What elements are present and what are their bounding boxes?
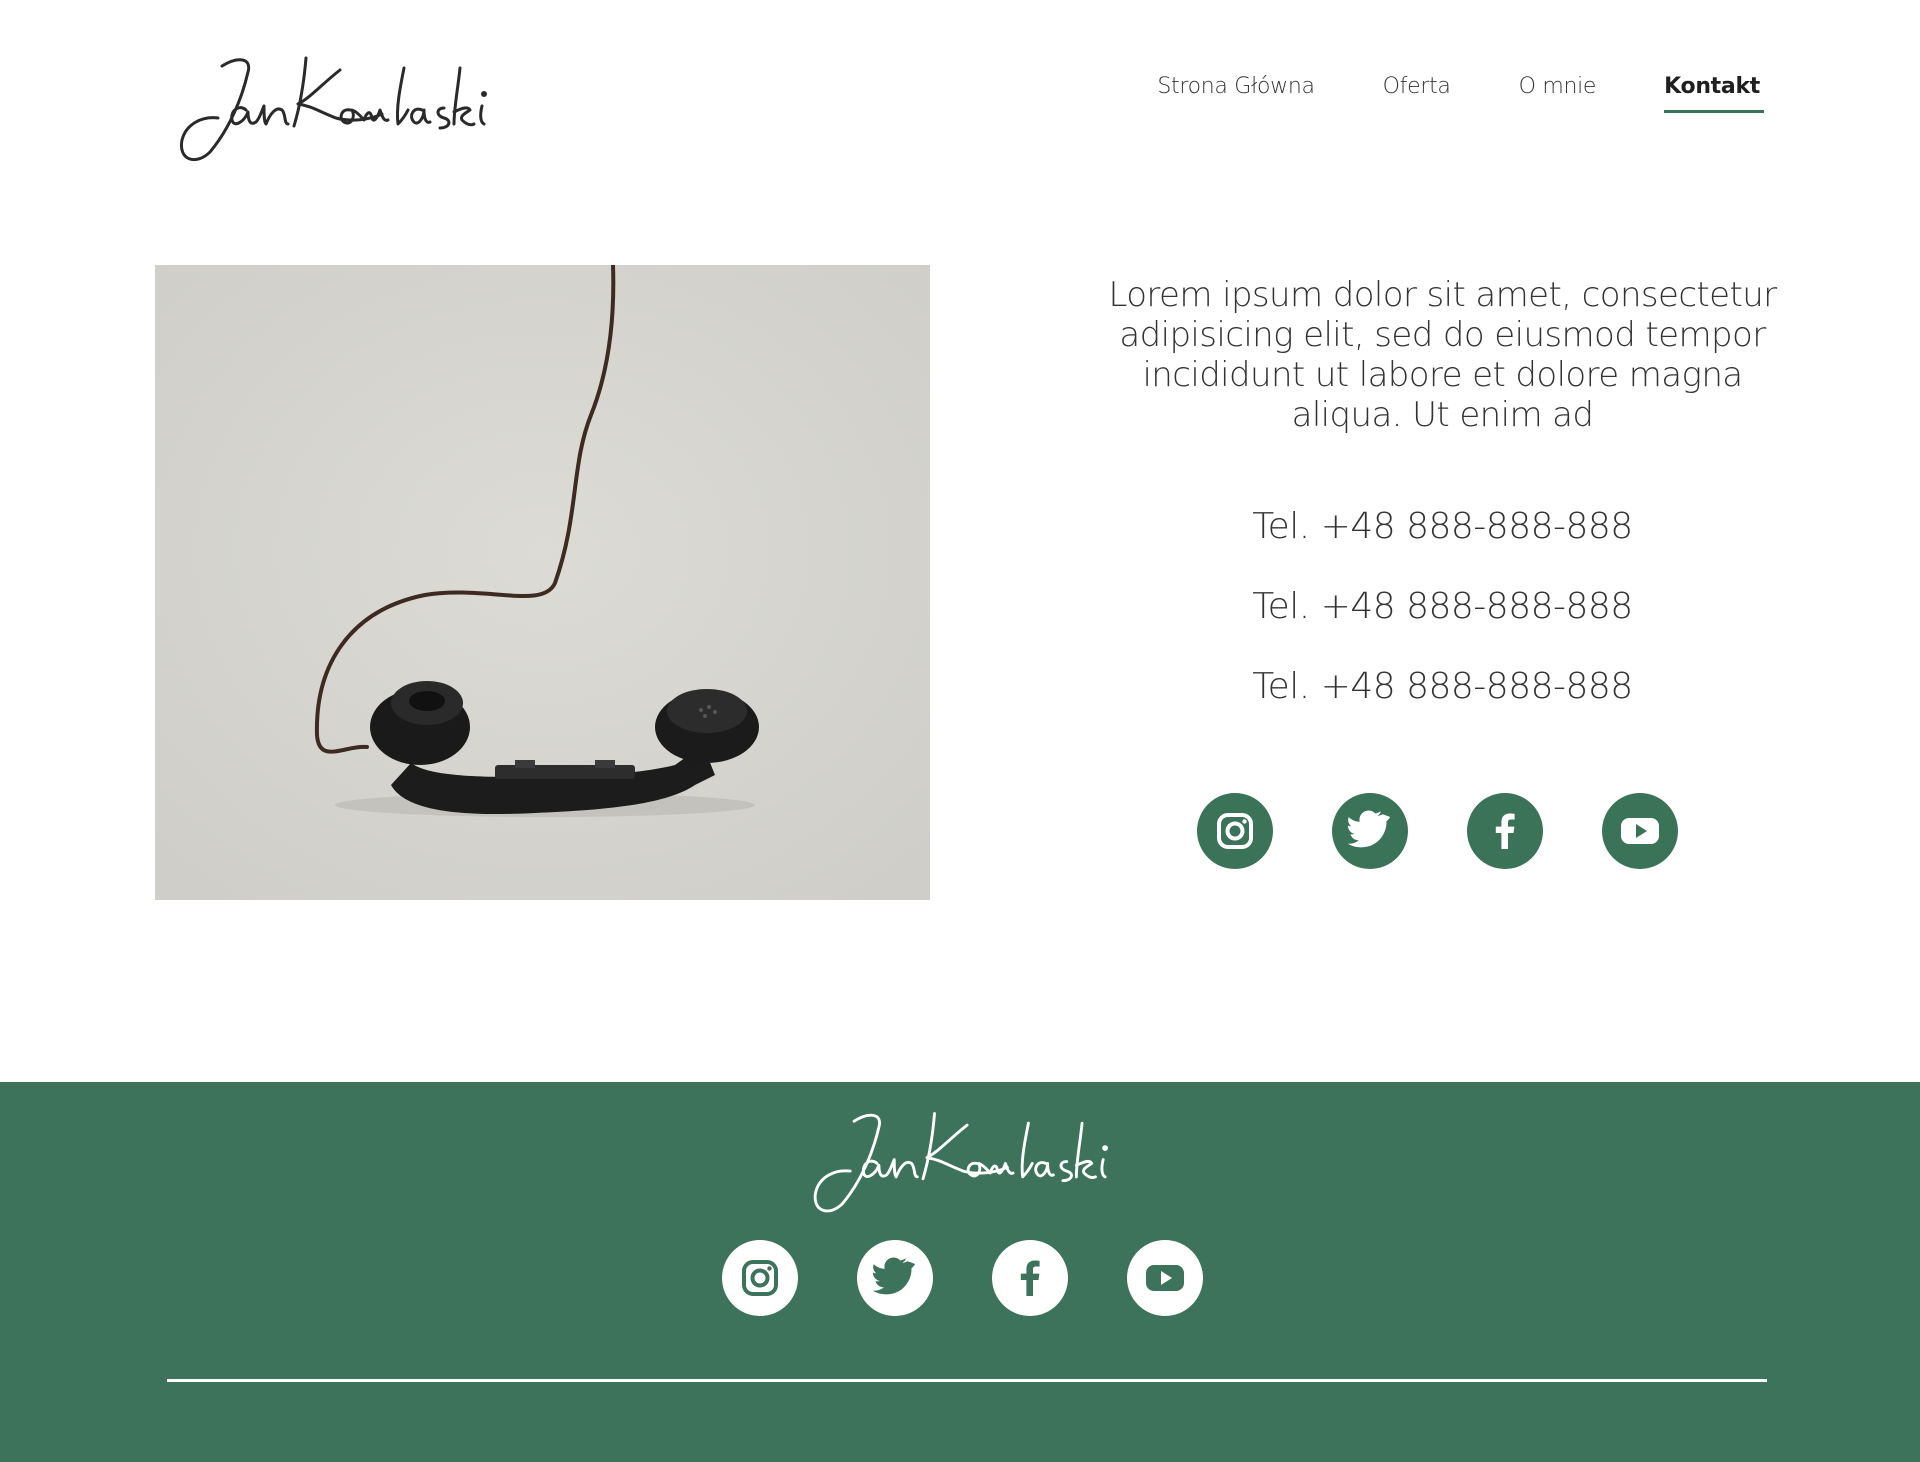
logo-signature	[179, 56, 487, 162]
nav-item-offer[interactable]: Oferta	[1383, 74, 1451, 107]
site-footer	[0, 1082, 1920, 1462]
phone-number[interactable]: Tel. +48 888-888-888	[1100, 587, 1785, 667]
instagram-link[interactable]	[1197, 793, 1273, 869]
facebook-link[interactable]	[1467, 793, 1543, 869]
contact-intro: Lorem ipsum dolor sit amet, consectetur …	[1108, 275, 1777, 435]
nav-item-about[interactable]: O mnie	[1519, 74, 1597, 107]
main-nav: Strona Główna Oferta O mnie Kontakt	[1089, 74, 1764, 113]
footer-youtube-link[interactable]	[1127, 1240, 1203, 1316]
phone-number[interactable]: Tel. +48 888-888-888	[1100, 667, 1785, 747]
contact-info: Lorem ipsum dolor sit amet, consectetur …	[1100, 275, 1785, 747]
instagram-icon	[742, 1260, 778, 1296]
instagram-icon	[1217, 813, 1253, 849]
youtube-link[interactable]	[1602, 793, 1678, 869]
nav-item-home[interactable]: Strona Główna	[1157, 74, 1315, 107]
social-links	[1197, 793, 1737, 869]
footer-divider	[167, 1379, 1767, 1382]
footer-instagram-link[interactable]	[722, 1240, 798, 1316]
logo[interactable]	[160, 48, 500, 168]
phone-list: Tel. +48 888-888-888 Tel. +48 888-888-88…	[1100, 507, 1785, 747]
twitter-link[interactable]	[1332, 793, 1408, 869]
twitter-icon	[873, 1257, 916, 1295]
footer-logo-signature	[813, 1112, 1108, 1213]
twitter-icon	[1348, 810, 1391, 848]
facebook-icon	[1495, 813, 1515, 849]
footer-facebook-link[interactable]	[992, 1240, 1068, 1316]
footer-social-links	[722, 1240, 1262, 1316]
phone-number[interactable]: Tel. +48 888-888-888	[1100, 507, 1785, 587]
footer-logo[interactable]	[790, 1104, 1125, 1219]
site-header: Strona Główna Oferta O mnie Kontakt	[0, 0, 1920, 200]
nav-item-contact[interactable]: Kontakt	[1664, 74, 1764, 113]
youtube-icon	[1146, 1265, 1184, 1291]
facebook-icon	[1020, 1260, 1040, 1296]
footer-twitter-link[interactable]	[857, 1240, 933, 1316]
telephone-photo	[155, 265, 930, 900]
youtube-icon	[1621, 818, 1659, 844]
